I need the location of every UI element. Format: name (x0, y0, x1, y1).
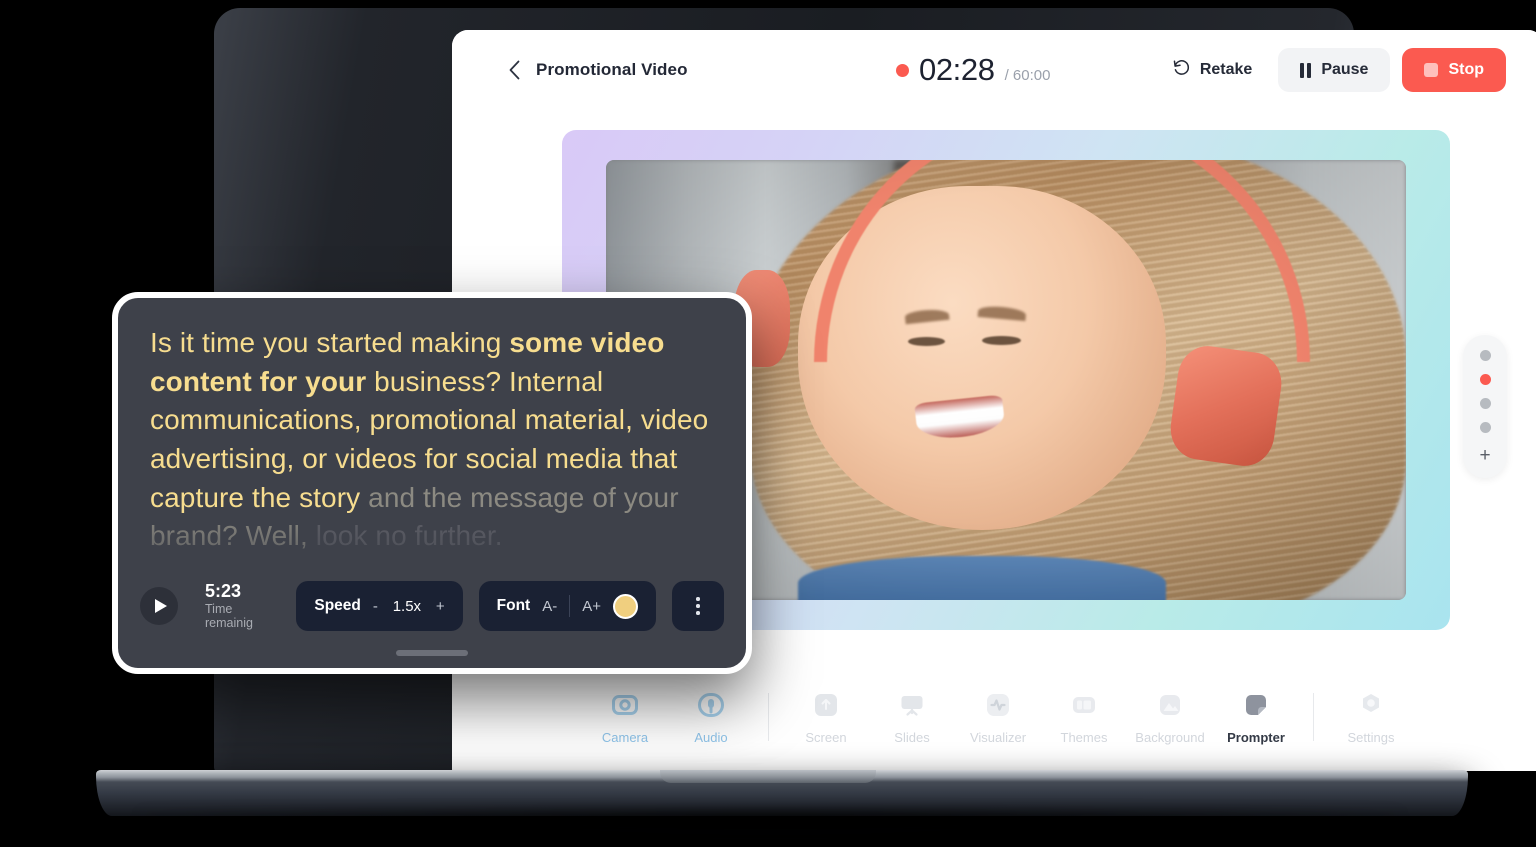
retake-label: Retake (1199, 61, 1253, 78)
header-left-group: Promotional Video (504, 60, 688, 80)
tab-settings-label: Settings (1347, 729, 1395, 745)
scene-dot-2[interactable] (1479, 374, 1491, 385)
teleprompter-script[interactable]: Is it time you started making some video… (150, 324, 720, 556)
time-remaining-label: Time remainig (205, 602, 253, 631)
laptop-base-notch (660, 770, 876, 783)
pause-button[interactable]: Pause (1278, 48, 1391, 92)
teleprompter-drag-handle[interactable] (396, 650, 468, 656)
stop-button[interactable]: Stop (1402, 48, 1506, 92)
tab-audio-label: Audio (694, 729, 728, 745)
tab-slides-label: Slides (894, 729, 930, 745)
slides-icon (897, 690, 927, 720)
tab-screen-label: Screen (805, 729, 847, 745)
speed-increase-button[interactable]: + (436, 598, 445, 615)
font-label: Font (496, 597, 531, 614)
more-vertical-icon-dot-1 (696, 597, 700, 601)
scene-dot-3[interactable] (1479, 398, 1491, 409)
camera-icon (610, 690, 640, 720)
tab-background-label: Background (1135, 729, 1205, 745)
font-color-swatch[interactable] (613, 593, 638, 619)
chevron-left-icon[interactable] (504, 60, 524, 80)
stop-label: Stop (1448, 61, 1484, 78)
play-icon (154, 599, 167, 613)
page-title: Promotional Video (536, 60, 688, 79)
header-actions: Retake Pause Stop (1158, 48, 1506, 92)
toolbar-divider-2 (1313, 693, 1314, 741)
speed-value: 1.5x (392, 597, 422, 615)
time-remaining-value: 5:23 (205, 580, 242, 601)
speed-label: Speed (314, 597, 361, 614)
teleprompter-panel: Is it time you started making some video… (112, 292, 752, 674)
total-time: / 60:00 (1004, 67, 1051, 84)
tab-slides[interactable]: Slides (869, 690, 955, 745)
gear-icon (1356, 690, 1386, 720)
more-vertical-icon-dot-2 (696, 604, 700, 608)
screen-share-icon (811, 690, 841, 720)
image-icon (1155, 690, 1185, 720)
time-remaining-block: 5:23 Time remainig (205, 580, 276, 631)
font-decrease-button[interactable]: A- (542, 598, 557, 615)
tab-screen[interactable]: Screen (783, 690, 869, 745)
script-segment-far: look no further. (307, 520, 503, 552)
teleprompter-controls: 5:23 Time remainig Speed - 1.5x + Font A… (118, 578, 746, 634)
script-segment-read-1: Is it time you started making (150, 327, 510, 358)
more-options-button[interactable] (672, 581, 724, 631)
font-increase-button[interactable]: A+ (582, 598, 601, 615)
tab-settings[interactable]: Settings (1328, 690, 1414, 745)
screenshot-stage: Promotional Video 02:28 / 60:00 Retake P… (0, 0, 1536, 847)
stop-square-icon (1424, 63, 1439, 77)
more-vertical-icon-dot-3 (696, 611, 700, 615)
microphone-icon (696, 690, 726, 720)
scene-dot-1[interactable] (1479, 350, 1491, 361)
font-control-divider (569, 595, 571, 617)
add-scene-button[interactable]: + (1479, 446, 1490, 465)
scene-dot-4[interactable] (1479, 422, 1491, 433)
play-button[interactable] (140, 587, 178, 625)
tab-visualizer[interactable]: Visualizer (955, 690, 1041, 745)
toolbar-tabs: Camera Audio Screen Slides Visualizer Th… (582, 690, 1414, 745)
retake-button[interactable]: Retake (1158, 48, 1266, 92)
speed-control: Speed - 1.5x + (296, 581, 463, 631)
waveform-icon (983, 690, 1013, 720)
app-header: Promotional Video 02:28 / 60:00 Retake P… (452, 30, 1536, 110)
tab-themes-label: Themes (1060, 729, 1108, 745)
font-control: Font A- A+ (478, 581, 656, 631)
tab-visualizer-label: Visualizer (969, 729, 1027, 745)
tab-audio[interactable]: Audio (668, 690, 754, 745)
elapsed-time: 02:28 (919, 52, 995, 87)
speed-decrease-button[interactable]: - (373, 598, 378, 615)
laptop-ground-shadow (140, 812, 1400, 846)
recording-timer: 02:28 / 60:00 (896, 52, 1050, 88)
record-dot-icon (896, 63, 909, 77)
tab-themes[interactable]: Themes (1041, 690, 1127, 745)
themes-icon (1069, 690, 1099, 720)
rotate-ccw-icon (1172, 58, 1191, 82)
tab-background[interactable]: Background (1127, 690, 1213, 745)
pause-label: Pause (1321, 61, 1369, 78)
pause-icon (1300, 62, 1312, 78)
tab-camera-label: Camera (601, 729, 649, 745)
tab-camera[interactable]: Camera (582, 690, 668, 745)
note-icon (1241, 690, 1271, 720)
scene-switcher: + (1463, 335, 1507, 478)
bottom-toolbar: Camera Audio Screen Slides Visualizer Th… (452, 663, 1536, 771)
tab-prompter-label: Prompter (1227, 729, 1285, 745)
toolbar-divider-1 (768, 693, 769, 741)
tab-prompter[interactable]: Prompter (1213, 690, 1299, 745)
